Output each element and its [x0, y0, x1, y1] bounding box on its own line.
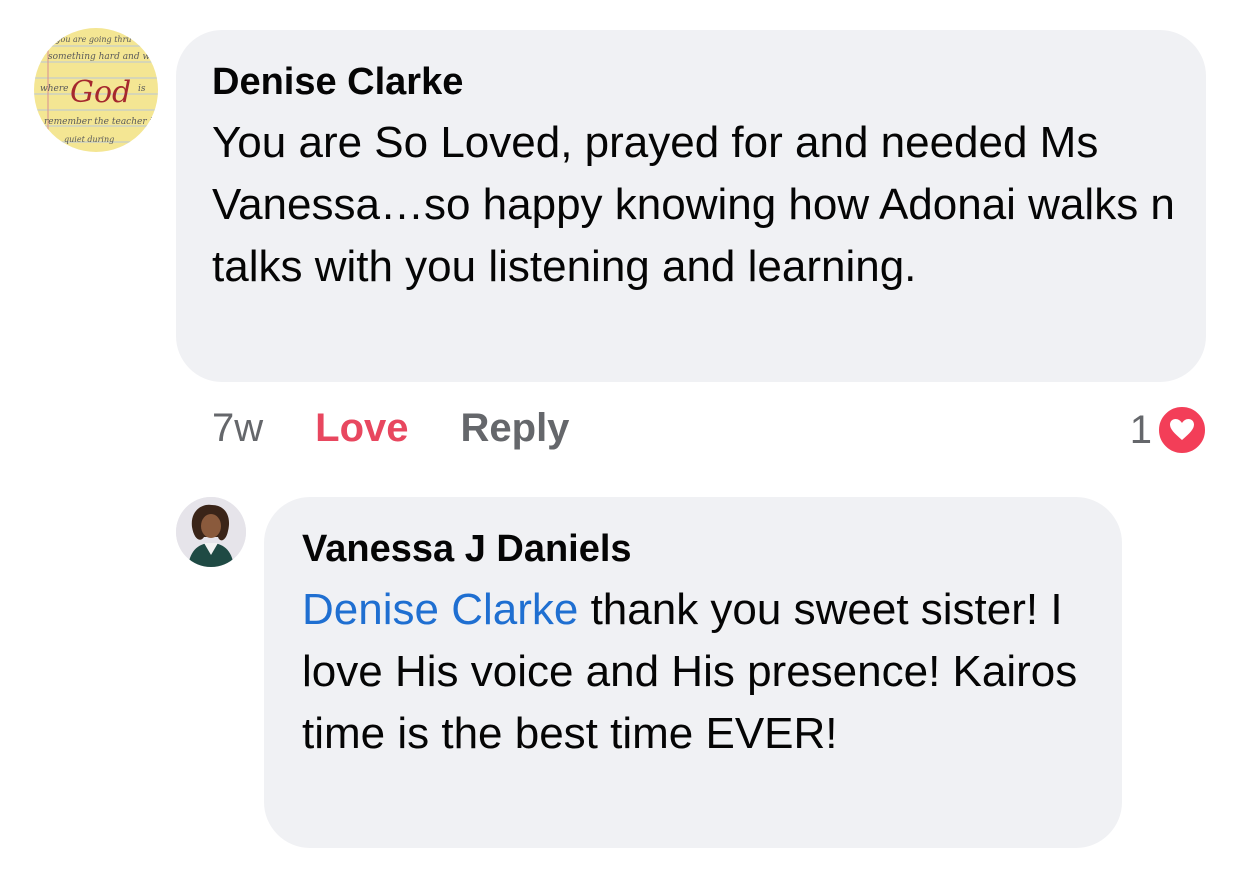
- reaction-summary[interactable]: 1: [1130, 404, 1208, 456]
- reply-button[interactable]: Reply: [461, 406, 570, 451]
- mention-link[interactable]: Denise Clarke: [302, 585, 578, 634]
- svg-text:quiet during: quiet during: [64, 135, 114, 144]
- reply-bubble[interactable]: Vanessa J Daniels Denise Clarke thank yo…: [264, 497, 1122, 848]
- reaction-count: 1: [1129, 407, 1152, 452]
- svg-text:where: where: [40, 84, 68, 94]
- profile-photo: [176, 497, 246, 567]
- comment-timestamp[interactable]: 7w: [212, 406, 263, 451]
- comment-bubble[interactable]: Denise Clarke You are So Loved, prayed f…: [176, 30, 1206, 382]
- love-button[interactable]: Love: [315, 406, 408, 451]
- reply-text: Denise Clarke thank you sweet sister! I …: [302, 579, 1092, 765]
- comment-actions: 7w Love Reply: [212, 398, 569, 458]
- svg-text:remember the teacher is: remember the teacher is: [44, 117, 157, 127]
- svg-text:is: is: [138, 84, 146, 94]
- reply-author[interactable]: Vanessa J Daniels: [302, 527, 1092, 571]
- commenter-avatar[interactable]: you are going thru something hard and wo…: [34, 28, 158, 152]
- heart-icon: [1156, 404, 1208, 456]
- svg-text:something hard and wonder: something hard and wonder: [48, 52, 158, 62]
- quote-image: you are going thru something hard and wo…: [34, 28, 158, 152]
- comment-author[interactable]: Denise Clarke: [212, 60, 1176, 104]
- svg-text:God: God: [70, 75, 131, 110]
- svg-text:you are going thru: you are going thru: [55, 35, 132, 44]
- comment-text: You are So Loved, prayed for and needed …: [212, 118, 1175, 291]
- replier-avatar[interactable]: [176, 497, 246, 567]
